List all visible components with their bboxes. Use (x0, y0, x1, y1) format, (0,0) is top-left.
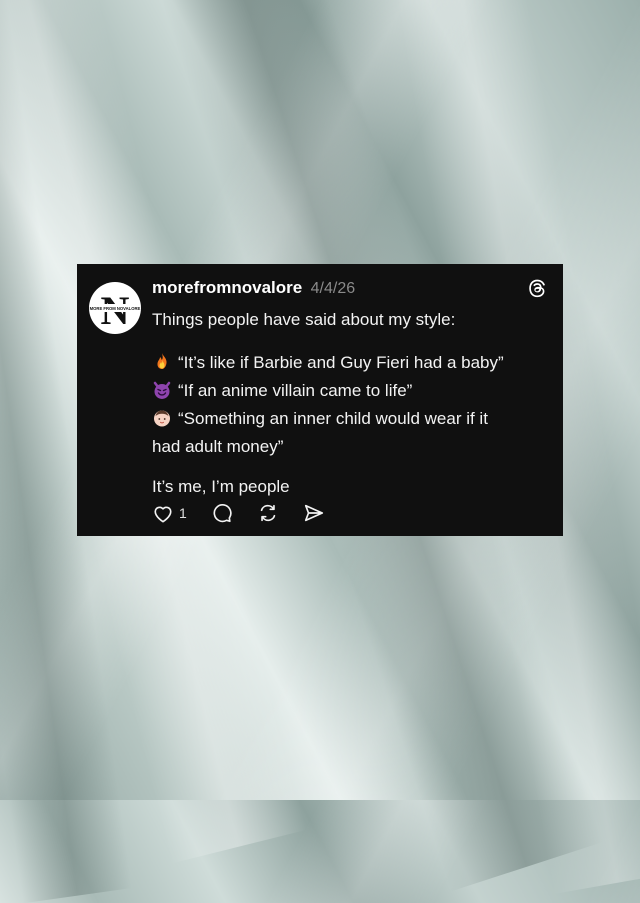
post-header: morefromnovalore 4/4/26 (152, 278, 355, 300)
smiling-devil-emoji-icon (153, 381, 171, 399)
post-closing: It’s me, I’m people (152, 477, 290, 496)
send-icon (304, 504, 323, 522)
quote-text-continued: had adult money” (152, 437, 284, 456)
repost-icon (260, 504, 276, 522)
heart-icon (154, 506, 172, 523)
avatar[interactable]: N MORE FROM NOVALORE (89, 282, 141, 334)
share-button[interactable] (303, 502, 325, 524)
username[interactable]: morefromnovalore (152, 278, 302, 297)
post-date: 4/4/26 (310, 280, 356, 297)
threads-icon[interactable] (527, 278, 547, 298)
baby-emoji-icon (154, 410, 170, 427)
comment-icon (213, 504, 232, 523)
quote-text: “Something an inner child would wear if … (178, 409, 488, 428)
fire-emoji-icon (157, 353, 167, 369)
quote-item: “If an anime villain came to life” (152, 377, 547, 405)
post-intro: Things people have said about my style: (152, 310, 456, 329)
reply-button[interactable] (211, 502, 233, 524)
post-actions: 1 (152, 501, 349, 525)
logo-tagline: MORE FROM NOVALORE (90, 306, 141, 311)
quote-text: “If an anime villain came to life” (178, 381, 413, 400)
threads-post-card: N MORE FROM NOVALORE morefromnovalore 4/… (77, 264, 563, 536)
quote-text: “It’s like if Barbie and Guy Fieri had a… (178, 353, 504, 372)
post-body: Things people have said about my style: … (152, 306, 547, 501)
quote-item: “It’s like if Barbie and Guy Fieri had a… (152, 349, 547, 377)
like-count: 1 (179, 505, 187, 521)
novalore-logo: N MORE FROM NOVALORE (90, 288, 141, 333)
repost-button[interactable] (257, 502, 279, 524)
like-button[interactable]: 1 (152, 503, 187, 523)
quote-item: “Something an inner child would wear if … (152, 405, 547, 433)
